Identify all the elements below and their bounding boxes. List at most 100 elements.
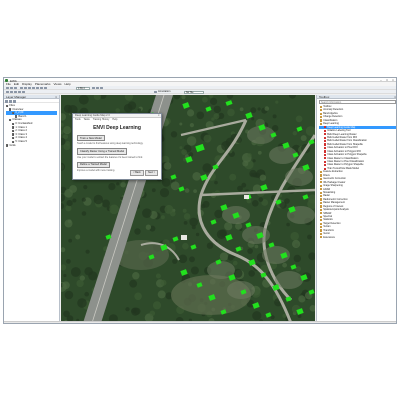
zoom-out-icon[interactable] (36, 86, 39, 90)
tree-canopy (292, 131, 297, 136)
tool-icon (324, 150, 327, 153)
select-icon[interactable] (20, 86, 23, 90)
toolbox-tree: Toolbox Anomaly Detection Band Algebra Chan… (317, 105, 396, 239)
checkbox-checked-icon[interactable]: ✓ (12, 122, 15, 126)
tree-canopy (206, 242, 214, 249)
tree-canopy (192, 172, 201, 181)
expand-icon[interactable] (5, 99, 8, 103)
dialog-close-icon[interactable]: × (158, 114, 160, 118)
checkbox-checked-icon[interactable]: ✓ (12, 129, 15, 133)
tree-canopy (67, 219, 72, 224)
dialog-menu-help[interactable]: Help (112, 118, 117, 122)
folder-icon (320, 184, 323, 187)
tree-canopy (237, 185, 243, 192)
panel-close-icon[interactable]: × (55, 95, 57, 99)
toolbox-search-input[interactable]: Search Information (319, 100, 396, 104)
checkbox-checked-icon[interactable]: ✓ (6, 144, 9, 147)
folder-icon (320, 215, 323, 218)
tool-icon (324, 153, 327, 156)
tree-canopy (145, 224, 152, 230)
remove-layer-icon[interactable] (13, 99, 16, 103)
folder-icon (320, 222, 323, 225)
brightness-icon[interactable] (10, 90, 13, 94)
stretch-icon[interactable] (6, 90, 9, 94)
layer-manager-panel: Layer Manager × ✓ Files ✓ Overview ✓ 0_2,00 Ba… (4, 95, 60, 323)
checkbox-checked-icon[interactable]: ✓ (9, 108, 12, 111)
tool-icon (324, 136, 327, 139)
folder-icon (320, 205, 323, 208)
tree-canopy (210, 97, 218, 105)
contrast-icon[interactable] (14, 90, 17, 94)
tree-canopy (66, 200, 73, 207)
tree-canopy (252, 200, 259, 207)
checkbox-checked-icon[interactable]: ✓ (9, 118, 12, 122)
folder-icon (320, 112, 323, 115)
train-model-button[interactable]: Train a New Model (77, 135, 105, 142)
dialog-heading: ENVI Deep Learning (93, 125, 141, 131)
toolbox-close-icon[interactable]: × (394, 95, 396, 99)
dialog-menu-history[interactable]: Training History (93, 118, 110, 122)
collapse-icon[interactable] (9, 99, 12, 103)
next-button[interactable]: Next > (145, 169, 158, 176)
fly-icon[interactable] (28, 86, 31, 90)
tree-canopy (286, 222, 290, 227)
refine-model-button[interactable]: Refine a Trained Model (77, 161, 110, 168)
view-icon[interactable] (100, 86, 103, 90)
layer-tree-item[interactable]: ✓ Grids (6, 144, 57, 147)
tree-canopy (187, 109, 195, 117)
tree-canopy (170, 131, 178, 138)
zoom-in-icon[interactable] (32, 86, 35, 90)
checkbox-checked-icon[interactable]: ✓ (12, 111, 15, 115)
tree-canopy (132, 272, 140, 280)
transparency-icon[interactable] (22, 90, 25, 94)
checkbox-checked-icon[interactable]: ✓ (12, 136, 15, 140)
toolbox-item[interactable]: Extensions (319, 236, 396, 239)
tree-canopy (295, 115, 303, 123)
tree-canopy (66, 259, 71, 264)
layer-tree: ✓ Files ✓ Overview ✓ 0_2,00 Band 1 ✓ Classes ✓ 0: … (4, 103, 59, 148)
checkbox-checked-icon[interactable]: ✓ (12, 126, 15, 129)
tree-canopy (151, 188, 156, 193)
data-manager-icon[interactable] (10, 86, 13, 90)
tree-canopy (77, 298, 87, 308)
classify-raster-button[interactable]: Classify Raster Using a Trained Model (77, 148, 128, 155)
residential-lot (275, 271, 303, 289)
pan-icon[interactable] (24, 86, 27, 90)
folder-icon (320, 105, 323, 108)
tree-canopy (183, 213, 191, 220)
refresh-icon[interactable] (92, 86, 95, 90)
tree-canopy (292, 239, 301, 249)
tree-canopy (183, 221, 188, 225)
reset-icon[interactable] (96, 86, 99, 90)
dialog-menu-tools[interactable]: Tools (75, 118, 81, 122)
folder-icon (320, 177, 323, 180)
tree-canopy (216, 229, 227, 239)
dialog-menu-tasks[interactable]: Tasks (84, 118, 90, 122)
tree-canopy (202, 96, 208, 103)
rotate-icon[interactable] (40, 86, 43, 90)
back-button[interactable]: < Back (130, 169, 144, 176)
layer-tree-label: 5: Class 5 (15, 139, 27, 143)
layer-manager-icon[interactable] (14, 86, 17, 90)
tool-icon (324, 129, 327, 132)
checkbox-checked-icon[interactable]: ✓ (6, 104, 9, 108)
tool-icon (324, 143, 327, 146)
dialog-body: ENVI Deep Learning Train a New Model Tea… (73, 122, 161, 174)
annotation-icon[interactable] (154, 90, 157, 94)
tree-canopy (307, 234, 312, 240)
checkbox-checked-icon[interactable]: ✓ (12, 133, 15, 136)
tree-canopy (239, 107, 244, 112)
tree-canopy (250, 107, 257, 114)
sharpen-icon[interactable] (18, 90, 21, 94)
tree-canopy (249, 169, 257, 178)
tree-canopy (93, 194, 103, 205)
tree-canopy (196, 111, 205, 120)
open-file-icon[interactable] (6, 86, 9, 90)
layer-select[interactable]: No Tile (184, 90, 204, 94)
tree-canopy (170, 181, 180, 191)
crosshair-icon[interactable] (44, 86, 47, 90)
tree-canopy (131, 308, 137, 314)
residential-lot (242, 226, 270, 244)
tree-canopy (160, 279, 167, 286)
tree-canopy (116, 182, 120, 186)
